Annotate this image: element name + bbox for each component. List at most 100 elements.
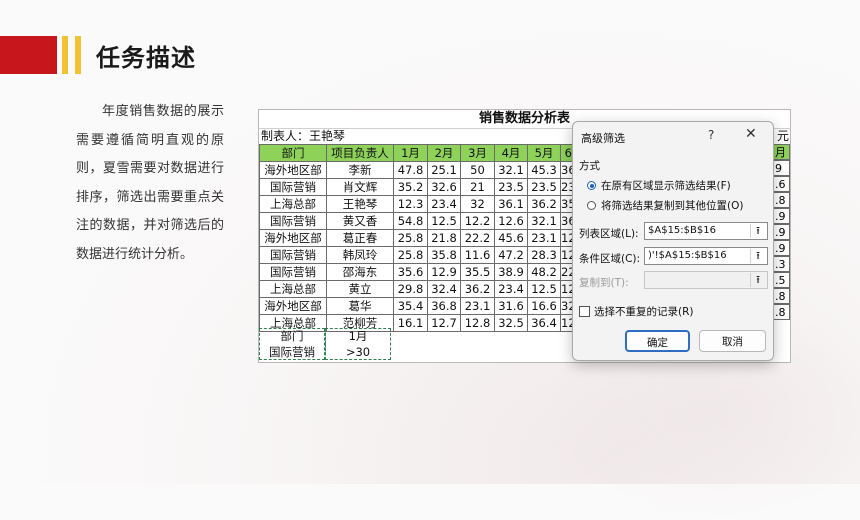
- table-cell[interactable]: .6: [773, 176, 790, 192]
- table-cell[interactable]: 月: [773, 144, 790, 160]
- table-cell[interactable]: 48.2: [527, 263, 561, 281]
- criteria-range-input[interactable]: )'!$A$15:$B$16 ⭱: [644, 247, 768, 265]
- criteria-cell[interactable]: >30: [326, 344, 391, 360]
- table-cell[interactable]: 黄立: [326, 280, 394, 298]
- table-cell[interactable]: 12.7: [427, 314, 461, 332]
- criteria-cell[interactable]: 1月: [326, 328, 391, 344]
- column-header[interactable]: 2月: [427, 144, 461, 162]
- table-cell[interactable]: 25.8: [393, 246, 428, 264]
- table-cell[interactable]: 16.6: [527, 297, 561, 315]
- radio-in-place[interactable]: 在原有区域显示筛选结果(F): [587, 178, 731, 193]
- table-cell[interactable]: 23.4: [427, 195, 461, 213]
- table-cell[interactable]: 35.8: [427, 246, 461, 264]
- table-cell[interactable]: .8: [773, 304, 790, 320]
- table-cell[interactable]: 32.5: [494, 314, 528, 332]
- table-cell[interactable]: 12.3: [393, 195, 428, 213]
- table-cell[interactable]: 36.4: [527, 314, 561, 332]
- table-cell[interactable]: 32.1: [494, 161, 528, 179]
- table-cell[interactable]: 23.4: [494, 280, 528, 298]
- table-cell[interactable]: 36.2: [527, 195, 561, 213]
- table-cell[interactable]: 11.6: [460, 246, 495, 264]
- table-cell[interactable]: 22.2: [460, 229, 495, 247]
- table-cell[interactable]: .9: [773, 240, 790, 256]
- table-cell[interactable]: 36.1: [494, 195, 528, 213]
- table-cell[interactable]: 上海总部: [259, 195, 327, 213]
- table-cell[interactable]: 29.8: [393, 280, 428, 298]
- table-cell[interactable]: 36.2: [460, 280, 495, 298]
- table-cell[interactable]: 35.2: [393, 178, 428, 196]
- table-cell[interactable]: 32.6: [427, 178, 461, 196]
- column-header[interactable]: 4月: [494, 144, 528, 162]
- table-cell[interactable]: 葛正春: [326, 229, 394, 247]
- criteria-cell[interactable]: 国际营销: [259, 344, 326, 360]
- table-cell[interactable]: 45.3: [527, 161, 561, 179]
- ok-button[interactable]: 确定: [625, 330, 690, 352]
- table-cell[interactable]: 28.3: [527, 246, 561, 264]
- table-cell[interactable]: 23.5: [494, 178, 528, 196]
- table-cell[interactable]: 海外地区部: [259, 297, 327, 315]
- table-cell[interactable]: 32.1: [527, 212, 561, 230]
- table-cell[interactable]: 黄又香: [326, 212, 394, 230]
- table-cell[interactable]: 国际营销: [259, 263, 327, 281]
- table-cell[interactable]: 38.9: [494, 263, 528, 281]
- list-range-input[interactable]: $A$15:$B$16 ⭱: [644, 222, 768, 240]
- checkbox-icon[interactable]: [579, 306, 590, 317]
- table-cell[interactable]: 上海总部: [259, 280, 327, 298]
- table-cell[interactable]: 邵海东: [326, 263, 394, 281]
- cancel-button[interactable]: 取消: [699, 330, 766, 352]
- column-header[interactable]: 1月: [393, 144, 428, 162]
- table-cell[interactable]: 李新: [326, 161, 394, 179]
- table-cell[interactable]: .9: [773, 208, 790, 224]
- range-picker-icon[interactable]: ⭱: [750, 273, 765, 287]
- table-cell[interactable]: 23.1: [460, 297, 495, 315]
- radio-copy-to[interactable]: 将筛选结果复制到其他位置(O): [587, 198, 743, 213]
- table-cell[interactable]: 36.8: [427, 297, 461, 315]
- table-cell[interactable]: 12.6: [494, 212, 528, 230]
- table-cell[interactable]: 23.1: [527, 229, 561, 247]
- table-cell[interactable]: 葛华: [326, 297, 394, 315]
- table-cell[interactable]: .5: [773, 272, 790, 288]
- column-header[interactable]: 5月: [527, 144, 561, 162]
- table-cell[interactable]: 23.5: [527, 178, 561, 196]
- table-cell[interactable]: 12.9: [427, 263, 461, 281]
- table-cell[interactable]: 12.8: [460, 314, 495, 332]
- table-cell[interactable]: 21: [460, 178, 495, 196]
- table-cell[interactable]: 21.8: [427, 229, 461, 247]
- table-cell[interactable]: 47.2: [494, 246, 528, 264]
- table-cell[interactable]: 25.8: [393, 229, 428, 247]
- table-cell[interactable]: 35.4: [393, 297, 428, 315]
- help-icon[interactable]: ?: [708, 128, 714, 142]
- close-icon[interactable]: ✕: [745, 126, 757, 142]
- unique-records-checkbox[interactable]: 选择不重复的记录(R): [579, 304, 694, 319]
- table-cell[interactable]: .8: [773, 192, 790, 208]
- table-cell[interactable]: 50: [460, 161, 495, 179]
- column-header[interactable]: 项目负责人: [326, 144, 394, 162]
- table-cell[interactable]: 54.8: [393, 212, 428, 230]
- table-cell[interactable]: 9: [773, 160, 790, 176]
- table-cell[interactable]: 海外地区部: [259, 161, 327, 179]
- radio-unselected-icon[interactable]: [587, 201, 596, 210]
- column-header[interactable]: 3月: [460, 144, 495, 162]
- range-picker-icon[interactable]: ⭱: [750, 224, 765, 238]
- table-cell[interactable]: 32: [460, 195, 495, 213]
- table-cell[interactable]: 35.5: [460, 263, 495, 281]
- table-cell[interactable]: 12.5: [527, 280, 561, 298]
- range-picker-icon[interactable]: ⭱: [750, 249, 765, 263]
- table-cell[interactable]: 45.6: [494, 229, 528, 247]
- table-cell[interactable]: 25.1: [427, 161, 461, 179]
- table-cell[interactable]: 47.8: [393, 161, 428, 179]
- copy-to-input[interactable]: ⭱: [644, 271, 768, 289]
- table-cell[interactable]: .3: [773, 256, 790, 272]
- table-cell[interactable]: 国际营销: [259, 178, 327, 196]
- table-cell[interactable]: 16.1: [393, 314, 428, 332]
- table-cell[interactable]: 12.5: [427, 212, 461, 230]
- table-cell[interactable]: 12.2: [460, 212, 495, 230]
- table-cell[interactable]: 35.6: [393, 263, 428, 281]
- table-cell[interactable]: 海外地区部: [259, 229, 327, 247]
- table-cell[interactable]: 31.6: [494, 297, 528, 315]
- radio-selected-icon[interactable]: [587, 181, 596, 190]
- table-cell[interactable]: 国际营销: [259, 212, 327, 230]
- table-cell[interactable]: 韩凤玲: [326, 246, 394, 264]
- table-cell[interactable]: 王艳琴: [326, 195, 394, 213]
- table-cell[interactable]: .8: [773, 288, 790, 304]
